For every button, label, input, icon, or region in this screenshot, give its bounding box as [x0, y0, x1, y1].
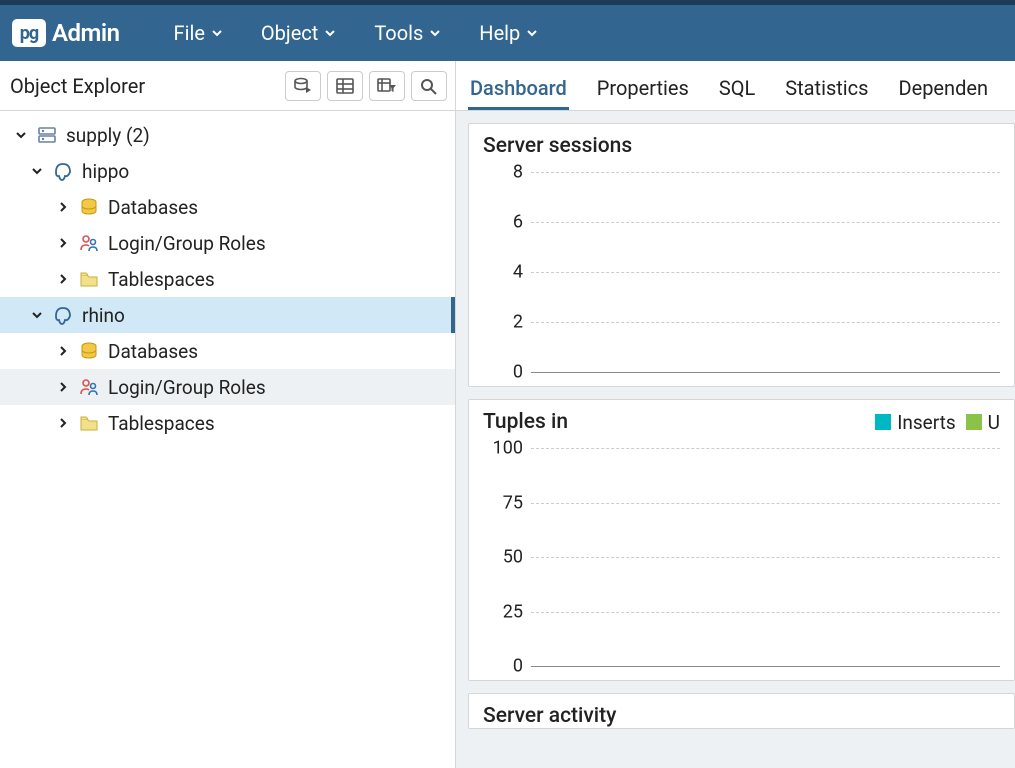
filter-rows-button[interactable] — [369, 71, 405, 101]
tree-node-roles[interactable]: Login/Group Roles — [0, 225, 455, 261]
logo-text: Admin — [52, 19, 120, 47]
sidebar-header: Object Explorer — [0, 61, 455, 111]
tree-node-tablespaces[interactable]: Tablespaces — [0, 405, 455, 441]
database-icon — [78, 196, 100, 218]
chevron-down-icon[interactable] — [30, 164, 44, 178]
tab-properties[interactable]: Properties — [595, 66, 691, 110]
tree-node-servergroup[interactable]: supply (2) — [0, 117, 455, 153]
table-icon — [335, 77, 355, 95]
dashboard-scroll[interactable]: Server sessions 8 6 4 2 0 T — [456, 111, 1015, 768]
menu-help[interactable]: Help — [475, 13, 542, 53]
elephant-icon — [52, 304, 74, 326]
tree-node-label: supply (2) — [66, 124, 150, 147]
tree-node-roles[interactable]: Login/Group Roles — [0, 369, 455, 405]
tree-node-server-hippo[interactable]: hippo — [0, 153, 455, 189]
database-play-icon — [293, 77, 313, 95]
tree-node-label: rhino — [82, 304, 125, 327]
chart-tuples-in: 100 75 50 25 0 — [483, 448, 1000, 666]
ytick: 4 — [483, 262, 523, 283]
chevron-down-icon — [211, 27, 223, 39]
sidebar-toolbar — [285, 71, 447, 101]
tab-sql[interactable]: SQL — [717, 66, 757, 110]
tree-node-label: Tablespaces — [108, 412, 215, 435]
menu-help-label: Help — [479, 21, 520, 45]
ytick: 100 — [483, 438, 523, 459]
content: Dashboard Properties SQL Statistics Depe… — [456, 61, 1015, 768]
roles-icon — [78, 232, 100, 254]
search-objects-button[interactable] — [411, 71, 447, 101]
tabs: Dashboard Properties SQL Statistics Depe… — [456, 61, 1015, 111]
tab-dependencies[interactable]: Dependen — [896, 66, 990, 110]
chevron-right-icon[interactable] — [56, 344, 70, 358]
sidebar: Object Explorer — [0, 61, 456, 768]
tree: supply (2) hippo Databases — [0, 111, 455, 447]
panel-title: Server activity — [483, 704, 616, 728]
tree-node-label: Tablespaces — [108, 268, 215, 291]
menu-file[interactable]: File — [170, 13, 227, 53]
tree-node-label: Databases — [108, 340, 198, 363]
panel-title: Server sessions — [483, 134, 632, 158]
panel-tuples-in: Tuples in Inserts U 100 — [468, 399, 1015, 681]
ytick: 6 — [483, 212, 523, 233]
chevron-right-icon[interactable] — [56, 272, 70, 286]
chart-server-sessions: 8 6 4 2 0 — [483, 172, 1000, 372]
tree-node-databases[interactable]: Databases — [0, 333, 455, 369]
menu-file-label: File — [174, 21, 205, 45]
chevron-right-icon[interactable] — [56, 236, 70, 250]
swatch-icon — [966, 414, 982, 430]
tree-node-label: Login/Group Roles — [108, 376, 266, 399]
menu-tools-label: Tools — [374, 21, 423, 45]
ytick: 0 — [483, 362, 523, 383]
folder-icon — [78, 268, 100, 290]
ytick: 75 — [483, 492, 523, 513]
elephant-icon — [52, 160, 74, 182]
search-icon — [419, 77, 439, 95]
view-data-button[interactable] — [327, 71, 363, 101]
tab-statistics[interactable]: Statistics — [783, 66, 870, 110]
chevron-down-icon — [526, 27, 538, 39]
swatch-icon — [875, 414, 891, 430]
servergroup-icon — [36, 124, 58, 146]
ytick: 8 — [483, 162, 523, 183]
chevron-right-icon[interactable] — [56, 416, 70, 430]
ytick: 25 — [483, 601, 523, 622]
chevron-down-icon — [429, 27, 441, 39]
chevron-down-icon[interactable] — [30, 308, 44, 322]
ytick: 2 — [483, 312, 523, 333]
chevron-right-icon[interactable] — [56, 380, 70, 394]
tree-node-label: Databases — [108, 196, 198, 219]
roles-icon — [78, 376, 100, 398]
tree-node-databases[interactable]: Databases — [0, 189, 455, 225]
ytick: 0 — [483, 656, 523, 677]
menu-object-label: Object — [261, 21, 318, 45]
logo[interactable]: pg Admin — [12, 19, 120, 47]
table-filter-icon — [377, 77, 397, 95]
folder-icon — [78, 412, 100, 434]
legend-label: Inserts — [897, 411, 955, 434]
panel-server-sessions: Server sessions 8 6 4 2 0 — [468, 123, 1015, 387]
sidebar-title: Object Explorer — [10, 74, 145, 98]
legend-inserts[interactable]: Inserts — [875, 411, 955, 434]
panel-server-activity: Server activity — [468, 693, 1015, 729]
tab-dashboard[interactable]: Dashboard — [468, 66, 569, 110]
legend-label: U — [988, 411, 1000, 434]
legend-updates[interactable]: U — [966, 411, 1000, 434]
tree-node-label: Login/Group Roles — [108, 232, 266, 255]
tree-node-server-rhino[interactable]: rhino — [0, 297, 455, 333]
topbar: pg Admin File Object Tools Help — [0, 5, 1015, 61]
chevron-right-icon[interactable] — [56, 200, 70, 214]
tree-node-tablespaces[interactable]: Tablespaces — [0, 261, 455, 297]
ytick: 50 — [483, 547, 523, 568]
menu-object[interactable]: Object — [257, 13, 340, 53]
menu-tools[interactable]: Tools — [370, 13, 445, 53]
query-tool-button[interactable] — [285, 71, 321, 101]
database-icon — [78, 340, 100, 362]
chevron-down-icon[interactable] — [14, 128, 28, 142]
legend: Inserts U — [875, 411, 1000, 434]
logo-mark-icon: pg — [12, 19, 46, 47]
panel-title: Tuples in — [483, 410, 568, 434]
tree-node-label: hippo — [82, 160, 129, 183]
chevron-down-icon — [324, 27, 336, 39]
